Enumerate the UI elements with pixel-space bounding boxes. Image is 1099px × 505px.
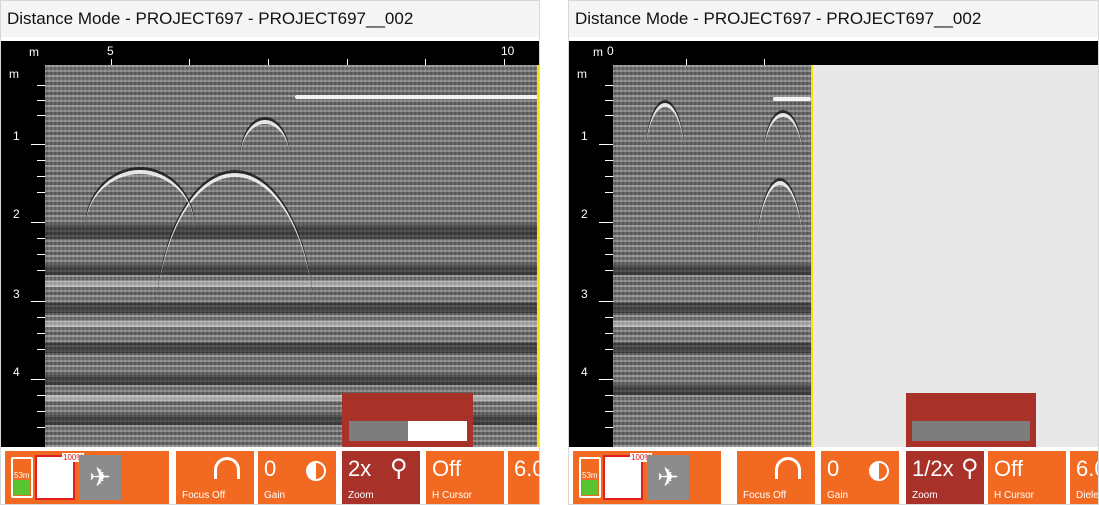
scan-edge-marker [537, 65, 539, 447]
gain-value: 0 [827, 456, 840, 481]
zoom-value: 2x [348, 456, 372, 481]
focus-label: Focus Off [743, 490, 787, 501]
empty-scan-area [813, 65, 1098, 447]
h-cursor-value: Off [432, 456, 461, 481]
depth-label-1: 1 [13, 129, 20, 143]
window-title: Distance Mode - PROJECT697 - PROJECT697_… [569, 1, 1098, 37]
gain-label: Gain [264, 490, 286, 501]
focus-button[interactable]: Focus Off [737, 451, 815, 504]
depth-label-1: 1 [581, 129, 588, 143]
magnifier-icon: ⚲ [961, 455, 979, 482]
depth-unit: m [9, 67, 19, 81]
ruler-unit: m [29, 45, 39, 59]
left-screen: Distance Mode - PROJECT697 - PROJECT697_… [0, 0, 540, 505]
dielectric-button[interactable]: 6.0 Diele [1070, 451, 1099, 504]
satellite-icon: ✈ [79, 455, 121, 500]
window-title: Distance Mode - PROJECT697 - PROJECT697_… [1, 1, 539, 37]
gain-button[interactable]: 0 Gain [821, 451, 899, 504]
arch-icon [775, 457, 801, 479]
arch-icon [214, 457, 240, 479]
depth-scale: m 1 2 3 4 [1, 65, 45, 447]
ruler-label-10: 10 [501, 44, 515, 58]
dielectric-value: 6.0 [1076, 456, 1098, 481]
h-cursor-label: H Cursor [432, 490, 473, 501]
distance-ruler: m 0 [569, 41, 1098, 65]
gain-button[interactable]: 0 Gain [258, 451, 336, 504]
dielectric-value: 6.0 [514, 456, 539, 481]
zoom-label: Zoom [912, 490, 938, 501]
magnifier-icon: ⚲ [390, 455, 408, 482]
depth-unit: m [577, 67, 587, 81]
toolbar: 53m 100% ✈ Focus Off 0 Gain 1/2x ⚲ Zoom … [569, 447, 1098, 504]
contrast-half-circle-icon [306, 461, 326, 481]
toolbar: 53m 100% ✈ Focus Off 0 Gain 2x ⚲ Zoom Of… [1, 447, 539, 504]
depth-label-4: 4 [581, 365, 588, 379]
battery-icon: 53m [11, 457, 33, 498]
zoom-value: 1/2x [912, 456, 954, 481]
ruler-label-0: 0 [607, 44, 614, 58]
depth-scale: m 1 2 3 4 [569, 65, 613, 447]
radargram-image[interactable] [45, 65, 537, 447]
zoom-popup[interactable] [906, 393, 1036, 449]
depth-label-2: 2 [581, 207, 588, 221]
zoom-slider[interactable] [912, 421, 1030, 441]
h-cursor-value: Off [994, 456, 1023, 481]
zoom-slider[interactable] [349, 421, 467, 441]
status-button[interactable]: 53m 100% ✈ [573, 451, 721, 504]
zoom-button[interactable]: 2x ⚲ Zoom [342, 451, 420, 504]
h-cursor-button[interactable]: Off H Cursor [988, 451, 1066, 504]
focus-button[interactable]: Focus Off [176, 451, 254, 504]
zoom-slider-fill [408, 421, 467, 441]
h-cursor-label: H Cursor [994, 490, 1035, 501]
distance-ruler: m 5 10 [1, 41, 539, 65]
dielectric-label: Diele [1076, 490, 1099, 501]
status-button[interactable]: 53m 100% ✈ [5, 451, 169, 504]
gain-label: Gain [827, 490, 849, 501]
zoom-label: Zoom [348, 490, 374, 501]
zoom-button[interactable]: 1/2x ⚲ Zoom [906, 451, 984, 504]
ruler-label-5: 5 [107, 44, 114, 58]
contrast-half-circle-icon [869, 461, 889, 481]
depth-label-3: 3 [13, 287, 20, 301]
depth-label-3: 3 [581, 287, 588, 301]
depth-label-4: 4 [13, 365, 20, 379]
focus-label: Focus Off [182, 490, 226, 501]
right-screen: Distance Mode - PROJECT697 - PROJECT697_… [568, 0, 1099, 505]
satellite-icon: ✈ [647, 455, 689, 500]
radargram-image[interactable] [613, 65, 811, 447]
dielectric-button[interactable]: 6.0 [508, 451, 539, 504]
zoom-popup[interactable] [342, 393, 473, 449]
battery-icon: 53m [579, 457, 601, 498]
ruler-unit: m [593, 45, 603, 59]
depth-label-2: 2 [13, 207, 20, 221]
gain-value: 0 [264, 456, 277, 481]
h-cursor-button[interactable]: Off H Cursor [426, 451, 504, 504]
